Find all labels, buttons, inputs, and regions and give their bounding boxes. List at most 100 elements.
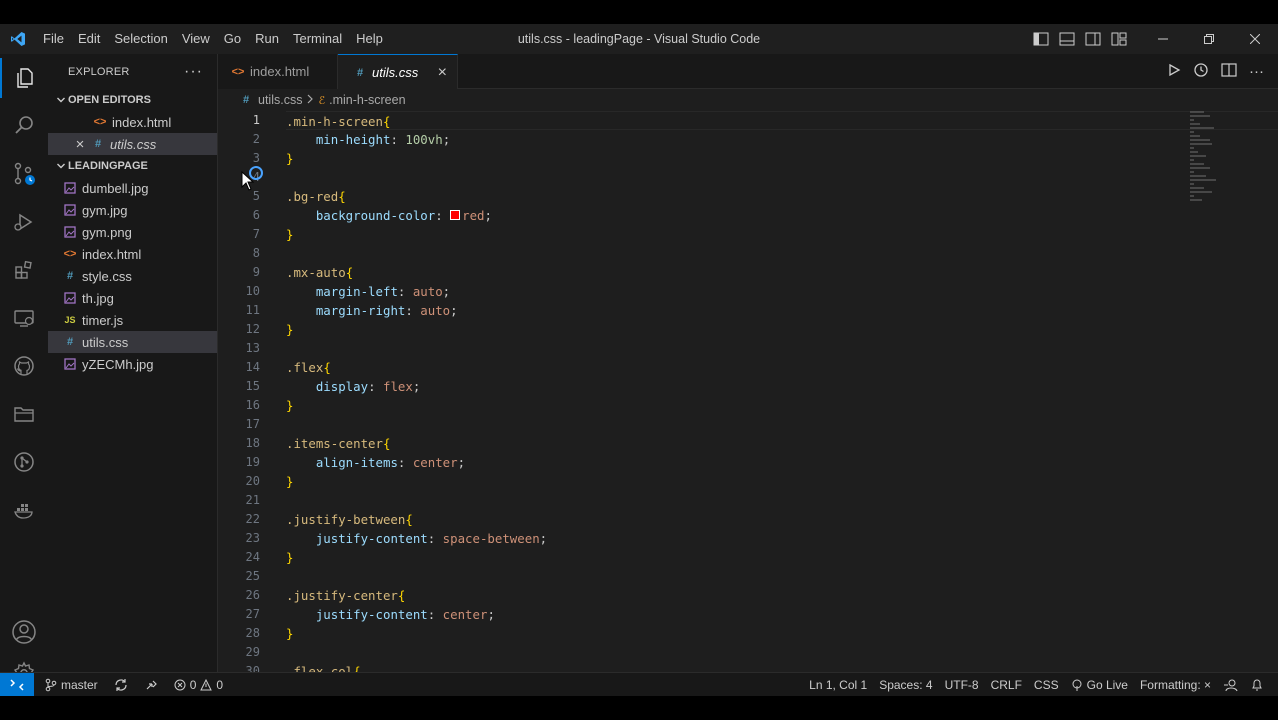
menu-help[interactable]: Help bbox=[349, 24, 390, 54]
timeline-history-icon[interactable] bbox=[1193, 62, 1209, 81]
close-window-icon[interactable] bbox=[1232, 24, 1278, 54]
open-editors-section[interactable]: OPEN EDITORS bbox=[48, 89, 217, 111]
line-number: 10 bbox=[245, 284, 260, 298]
menu-edit[interactable]: Edit bbox=[71, 24, 107, 54]
more-actions-icon[interactable]: ··· bbox=[184, 63, 203, 81]
sync-icon[interactable] bbox=[109, 678, 133, 692]
open-editor-item-active[interactable]: × # utils.css bbox=[48, 133, 217, 155]
line-number: 8 bbox=[252, 246, 260, 260]
cursor-position[interactable]: Ln 1, Col 1 bbox=[804, 678, 872, 692]
toggle-panel-icon[interactable] bbox=[1058, 30, 1076, 48]
account-icon[interactable] bbox=[0, 612, 48, 652]
github-icon[interactable] bbox=[0, 346, 48, 386]
restore-icon[interactable] bbox=[1186, 24, 1232, 54]
open-editor-item[interactable]: <> index.html bbox=[48, 111, 217, 133]
code-editor[interactable]: 1 2 3 4 5 6 7 8 9 10 11 12 13 14 15 16 17 18 19 20 21 22 23 24 2… bbox=[218, 111, 1278, 681]
leadingpage-folder-section[interactable]: LEADINGPAGE bbox=[48, 155, 217, 177]
menu-file[interactable]: File bbox=[36, 24, 71, 54]
code-line: .items-center{ bbox=[286, 436, 391, 451]
title-bar: File Edit Selection View Go Run Terminal… bbox=[0, 24, 1278, 54]
minimap[interactable] bbox=[1190, 111, 1220, 231]
letterbox-top bbox=[0, 0, 1278, 24]
toggle-primary-sidebar-icon[interactable] bbox=[1032, 30, 1050, 48]
image-file-icon bbox=[62, 292, 78, 304]
file-label: gym.png bbox=[82, 224, 132, 240]
menu-terminal[interactable]: Terminal bbox=[286, 24, 349, 54]
folder-icon[interactable] bbox=[0, 394, 48, 434]
file-item[interactable]: gym.jpg bbox=[48, 199, 217, 221]
git-graph-icon[interactable] bbox=[0, 442, 48, 482]
tab-index-html[interactable]: <> index.html bbox=[218, 54, 338, 89]
file-item[interactable]: <> index.html bbox=[48, 243, 217, 265]
go-live-button[interactable]: Go Live bbox=[1066, 678, 1133, 692]
split-editor-icon[interactable] bbox=[1221, 63, 1237, 80]
file-label: gym.jpg bbox=[82, 202, 128, 218]
tab-utils-css[interactable]: # utils.css × bbox=[338, 54, 458, 90]
warning-count: 0 bbox=[216, 677, 224, 692]
code-line: .mx-auto{ bbox=[286, 265, 354, 280]
tab-label: index.html bbox=[250, 64, 310, 79]
line-number: 17 bbox=[245, 417, 260, 431]
code-line: } bbox=[286, 322, 294, 337]
explorer-header: EXPLORER ··· bbox=[48, 54, 217, 89]
code-content[interactable]: .min-h-screen{ min-height: 100vh; } .bg-… bbox=[286, 111, 1278, 681]
formatting-status[interactable]: Formatting: × bbox=[1135, 678, 1216, 692]
file-item[interactable]: dumbell.jpg bbox=[48, 177, 217, 199]
run-file-icon[interactable] bbox=[1167, 63, 1181, 80]
file-item[interactable]: th.jpg bbox=[48, 287, 217, 309]
tab-close-icon[interactable]: × bbox=[438, 64, 447, 82]
code-line: .flex{ bbox=[286, 360, 331, 375]
remote-indicator-icon[interactable] bbox=[0, 672, 34, 697]
file-item[interactable]: gym.png bbox=[48, 221, 217, 243]
file-item-selected[interactable]: # utils.css bbox=[48, 331, 217, 353]
encoding[interactable]: UTF-8 bbox=[940, 678, 984, 692]
menu-go[interactable]: Go bbox=[217, 24, 248, 54]
toggle-secondary-sidebar-icon[interactable] bbox=[1084, 30, 1102, 48]
live-share-icon[interactable] bbox=[139, 678, 163, 692]
breadcrumb: # utils.css ℰ .min-h-screen bbox=[218, 89, 1278, 111]
feedback-icon[interactable] bbox=[1218, 678, 1244, 692]
language-mode[interactable]: CSS bbox=[1029, 678, 1064, 692]
line-number: 18 bbox=[245, 436, 260, 450]
symbol-class-icon: ℰ bbox=[318, 94, 326, 107]
git-branch[interactable]: master bbox=[40, 678, 103, 692]
customize-layout-icon[interactable] bbox=[1110, 30, 1128, 48]
file-label: th.jpg bbox=[82, 290, 114, 306]
menu-view[interactable]: View bbox=[175, 24, 217, 54]
minimize-icon[interactable] bbox=[1140, 24, 1186, 54]
file-item[interactable]: yZECMh.jpg bbox=[48, 353, 217, 375]
indentation[interactable]: Spaces: 4 bbox=[874, 678, 937, 692]
menu-run[interactable]: Run bbox=[248, 24, 286, 54]
close-editor-icon[interactable]: × bbox=[72, 136, 88, 153]
file-item[interactable]: # style.css bbox=[48, 265, 217, 287]
file-label: index.html bbox=[82, 246, 142, 262]
folder-title: LEADINGPAGE bbox=[68, 160, 148, 172]
remote-explorer-icon[interactable] bbox=[0, 298, 48, 338]
explorer-icon[interactable] bbox=[0, 58, 48, 98]
run-debug-icon[interactable] bbox=[0, 202, 48, 242]
chevron-down-icon bbox=[54, 95, 68, 105]
extensions-icon[interactable] bbox=[0, 250, 48, 290]
more-actions-icon[interactable]: ··· bbox=[1249, 63, 1264, 80]
problems-indicator[interactable]: 0 0 bbox=[169, 678, 228, 692]
file-item[interactable]: JS timer.js bbox=[48, 309, 217, 331]
menu-selection[interactable]: Selection bbox=[107, 24, 174, 54]
line-number: 23 bbox=[245, 531, 260, 545]
docker-icon[interactable] bbox=[0, 490, 48, 530]
tab-label: utils.css bbox=[372, 65, 419, 80]
breadcrumb-file[interactable]: utils.css bbox=[258, 93, 302, 107]
line-number: 20 bbox=[245, 474, 260, 488]
color-swatch-icon[interactable] bbox=[450, 209, 461, 220]
notifications-bell-icon[interactable] bbox=[1246, 678, 1268, 692]
code-line: } bbox=[286, 550, 294, 565]
source-control-icon[interactable] bbox=[0, 154, 48, 194]
end-of-line[interactable]: CRLF bbox=[986, 678, 1027, 692]
line-number-gutter: 1 2 3 4 5 6 7 8 9 10 11 12 13 14 15 16 17 18 19 20 21 22 23 24 2… bbox=[218, 111, 262, 681]
warning-icon bbox=[200, 678, 213, 690]
file-label: style.css bbox=[82, 268, 132, 284]
search-icon[interactable] bbox=[0, 106, 48, 146]
editor-actions: ··· bbox=[1167, 54, 1264, 89]
breadcrumb-symbol[interactable]: .min-h-screen bbox=[329, 93, 405, 107]
line-number: 6 bbox=[252, 208, 260, 222]
